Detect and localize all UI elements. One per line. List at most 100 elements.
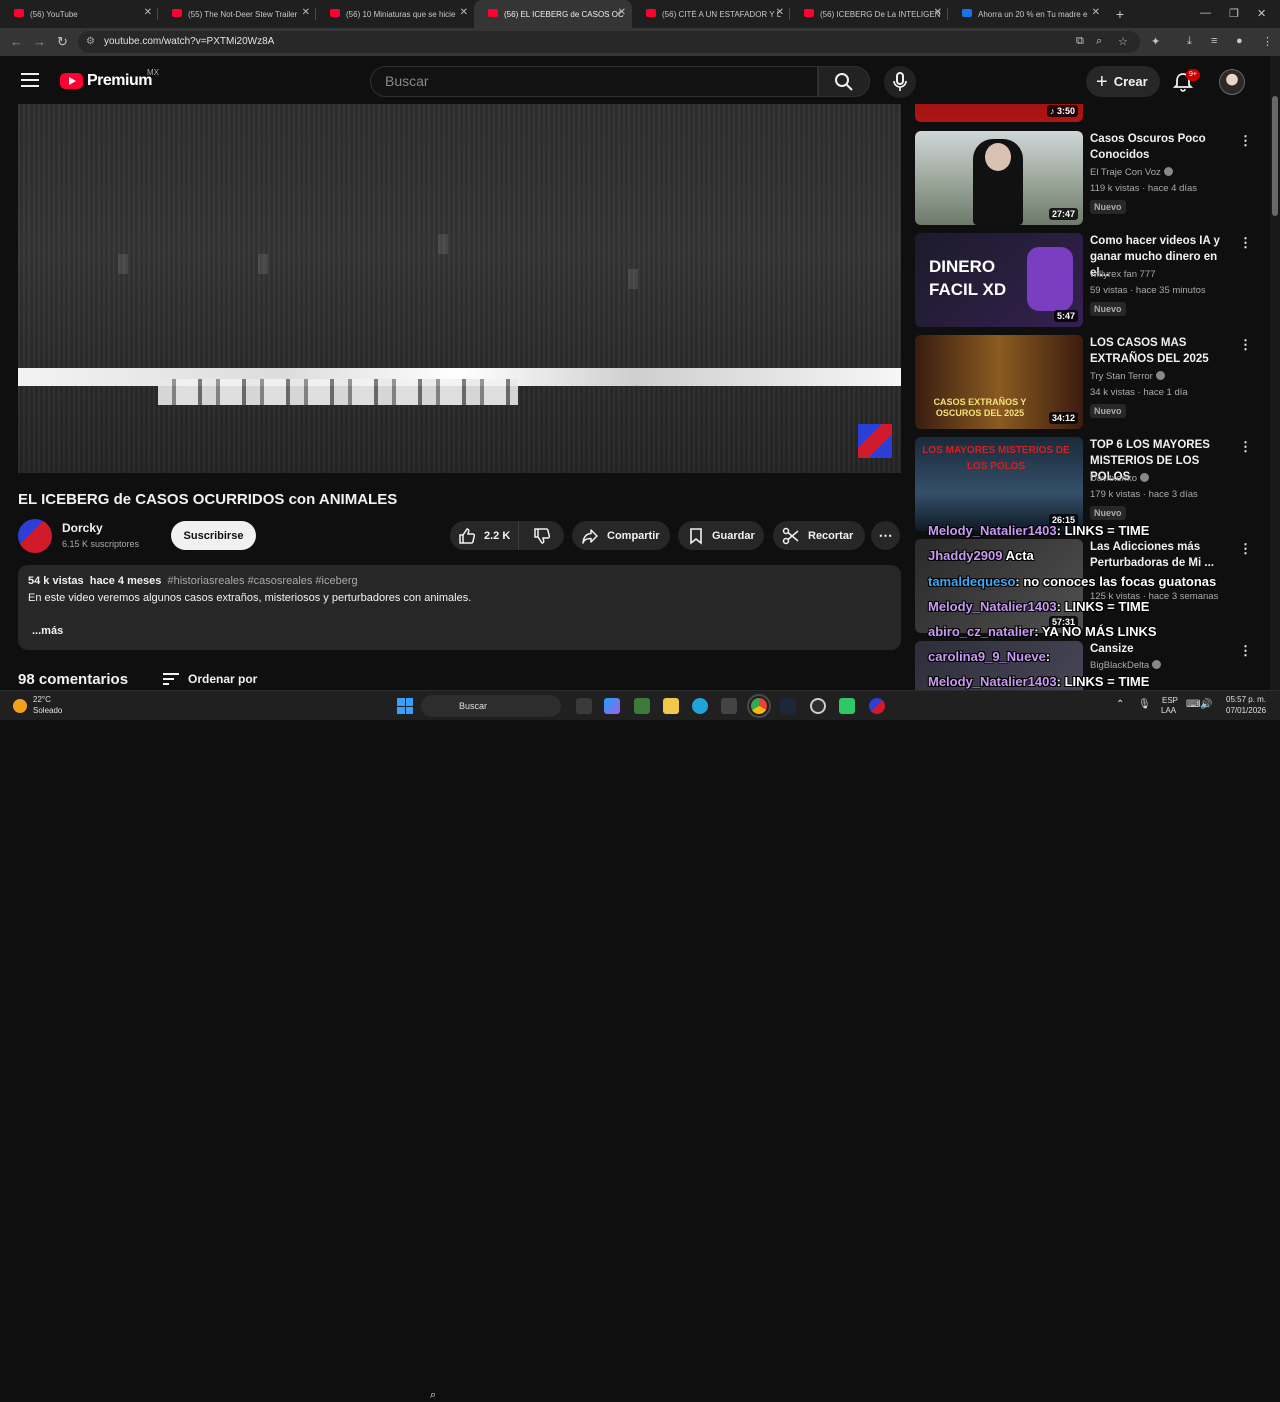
browser-tab[interactable]: (56) 10 Miniaturas que se hicie ✕ [316,0,474,28]
related-video-item[interactable]: ♪ 3:50 [915,104,1255,124]
kebab-menu-icon[interactable]: ⋮ [1239,541,1252,557]
network-icon[interactable]: ⌨ [1186,699,1200,710]
weather-sun-icon[interactable] [13,699,27,713]
close-icon[interactable]: ✕ [460,7,468,18]
windows-start-icon[interactable] [397,698,413,714]
related-video-title[interactable]: Cansize [1090,641,1238,657]
kebab-menu-icon[interactable]: ⋮ [1239,643,1252,659]
voice-search-button[interactable] [884,66,916,98]
clip-button[interactable]: Recortar [773,521,865,550]
reload-icon[interactable]: ↻ [57,34,68,50]
site-info-icon[interactable]: ⚙ [86,36,98,48]
store-icon[interactable] [634,698,650,714]
related-video-item[interactable]: 27:47 Casos Oscuros Poco Conocidos El Tr… [915,131,1255,227]
browser-tab[interactable]: (56) ICEBERG De La INTELIGEN ✕ [790,0,948,28]
menu-kebab-icon[interactable]: ⋮ [1262,35,1273,48]
taskbar-search[interactable]: Buscar [421,695,561,717]
save-button[interactable]: Guardar [678,521,764,550]
steam-icon[interactable] [780,698,796,714]
related-video-channel[interactable]: El Traje Con Voz [1090,167,1173,178]
cast-icon[interactable]: ⧉ [1076,35,1084,48]
video-thumbnail[interactable]: DINERO FACIL XD 5:47 [915,233,1083,327]
show-more-link[interactable]: ...más [32,625,63,637]
profile-icon[interactable]: ● [1236,35,1243,47]
more-actions-button[interactable]: ⋯ [871,521,900,550]
weather-temperature[interactable]: 22°C [33,695,51,704]
related-video-channel[interactable]: willyrex fan 777 [1090,269,1155,280]
share-button[interactable]: Compartir [572,521,670,550]
related-video-channel[interactable]: Try Stan Terror [1090,371,1165,382]
task-view-icon[interactable] [576,698,592,714]
related-video-channel[interactable]: BigBlackDelta [1090,660,1162,671]
close-icon[interactable]: ✕ [618,7,626,18]
close-icon[interactable]: ✕ [144,7,152,18]
microphone-icon[interactable]: 🎙 [1138,699,1151,710]
like-button[interactable]: 2.2 K [450,521,518,550]
youtube-logo-icon[interactable] [60,73,83,89]
kebab-menu-icon[interactable]: ⋮ [1239,439,1252,455]
new-tab-button[interactable]: + [1106,0,1134,28]
chevron-up-icon[interactable]: ⌃ [1116,699,1124,710]
kebab-menu-icon[interactable]: ⋮ [1239,235,1252,251]
media-icon[interactable]: ≡ [1211,35,1217,47]
kebab-menu-icon[interactable]: ⋮ [1239,337,1252,353]
logo-text[interactable]: Premium [87,72,152,90]
channel-name[interactable]: Dorcky [62,521,103,535]
scrollbar-thumb[interactable] [1272,96,1278,216]
close-window-icon[interactable]: ✕ [1257,7,1266,20]
channel-watermark[interactable] [858,424,892,458]
restore-icon[interactable]: ❐ [1229,7,1239,20]
related-video-item[interactable]: CASOS EXTRAÑOS Y OSCUROS DEL 2025 34:12 … [915,335,1255,431]
subscribe-button[interactable]: Suscribirse [171,521,256,550]
clock-time[interactable]: 05:57 p. m. [1226,695,1266,704]
close-icon[interactable]: ✕ [934,7,942,18]
browser-tab[interactable]: (56) YouTube ✕ [0,0,158,28]
forward-icon[interactable]: → [33,34,46,49]
related-video-title[interactable]: Casos Oscuros Poco Conocidos [1090,131,1238,163]
bookmark-star-icon[interactable]: ☆ [1118,35,1128,48]
video-thumbnail[interactable]: CASOS EXTRAÑOS Y OSCUROS DEL 2025 34:12 [915,335,1083,429]
kebab-menu-icon[interactable]: ⋮ [1239,133,1252,149]
app-icon[interactable] [869,698,885,714]
page-scrollbar[interactable] [1270,56,1280,690]
dislike-button[interactable] [518,521,564,550]
create-button[interactable]: + Crear [1086,66,1160,97]
extensions-icon[interactable]: ✦ [1151,35,1160,48]
hamburger-menu-icon[interactable] [21,73,39,87]
back-icon[interactable]: ← [10,34,23,49]
zoom-icon[interactable]: ⌕ [1096,35,1102,48]
clock-date[interactable]: 07/01/2026 [1226,706,1266,715]
video-thumbnail[interactable]: LOS MAYORES MISTERIOS DE LOS POLOS 26:15 [915,437,1083,531]
sort-icon[interactable] [163,672,179,686]
chrome-icon[interactable] [747,694,771,718]
channel-avatar[interactable] [18,519,52,553]
copilot-icon[interactable] [604,698,620,714]
close-icon[interactable]: ✕ [776,7,784,18]
sort-by-button[interactable]: Ordenar por [188,672,257,686]
volume-icon[interactable]: 🔊 [1200,699,1212,710]
video-thumbnail[interactable]: ♪ 3:50 [915,104,1083,122]
video-thumbnail[interactable]: 27:47 [915,131,1083,225]
app-icon[interactable] [721,698,737,714]
browser-tab[interactable]: (55) The Not-Deer Stew Trailer ✕ [158,0,316,28]
related-video-title[interactable]: LOS CASOS MAS EXTRAÑOS DEL 2025 [1090,335,1238,367]
close-icon[interactable]: ✕ [1092,7,1100,18]
video-player[interactable] [18,104,901,473]
minimize-icon[interactable]: — [1200,7,1211,19]
related-video-title[interactable]: Las Adicciones más Perturbadoras de Mi .… [1090,539,1238,571]
input-language[interactable]: ESP [1162,696,1178,705]
close-icon[interactable]: ✕ [302,7,310,18]
hashtags[interactable]: #historiasreales #casosreales #iceberg [167,575,357,587]
weather-condition[interactable]: Soleado [33,706,62,715]
related-video-channel[interactable]: Davitxenko [1090,473,1149,484]
keyboard-layout[interactable]: LAA [1161,706,1176,715]
browser-tab[interactable]: (56) CITÉ A UN ESTAFADOR Y L ✕ [632,0,790,28]
file-explorer-icon[interactable] [663,698,679,714]
related-video-item[interactable]: DINERO FACIL XD 5:47 Como hacer videos I… [915,233,1255,329]
browser-tab[interactable]: Ahorra un 20 % en Tu madre e ✕ [948,0,1106,28]
address-bar[interactable]: ⚙ youtube.com/watch?v=PXTMi20Wz8A ⧉ ⌕ ☆ [78,31,1140,53]
edge-icon[interactable] [692,698,708,714]
app-icon[interactable] [810,698,826,714]
search-input[interactable] [385,73,805,89]
download-icon[interactable]: ⤓ [1187,35,1192,48]
